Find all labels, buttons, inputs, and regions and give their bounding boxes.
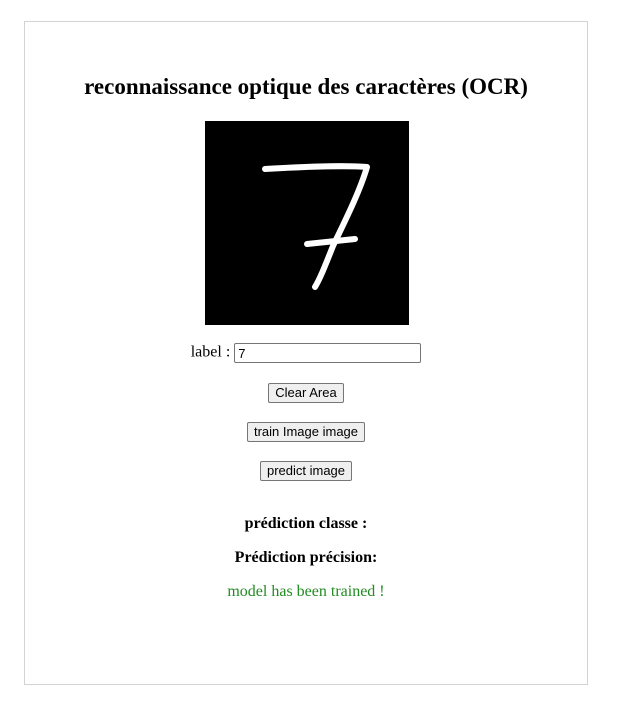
train-button-row: train Image image: [25, 421, 587, 442]
clear-area-button[interactable]: Clear Area: [268, 382, 344, 403]
page-title: reconnaissance optique des caractères (O…: [84, 74, 528, 99]
predict-button-row: predict image: [25, 460, 587, 481]
prediction-class: prédiction classe :: [244, 515, 368, 532]
train-image-button[interactable]: train Image image: [246, 421, 366, 442]
prediction-precision: Prédiction précision:: [234, 549, 378, 566]
label-row: label :: [25, 343, 587, 363]
predict-image-button[interactable]: predict image: [259, 460, 353, 481]
label-caption: label :: [190, 343, 231, 361]
label-input[interactable]: [234, 343, 422, 363]
clear-button-row: Clear Area: [25, 382, 587, 403]
drawing-canvas[interactable]: [205, 121, 409, 325]
ocr-panel: reconnaissance optique des caractères (O…: [24, 21, 588, 685]
status-message: model has been trained !: [227, 583, 385, 600]
handwritten-digit-drawing: [262, 163, 370, 290]
